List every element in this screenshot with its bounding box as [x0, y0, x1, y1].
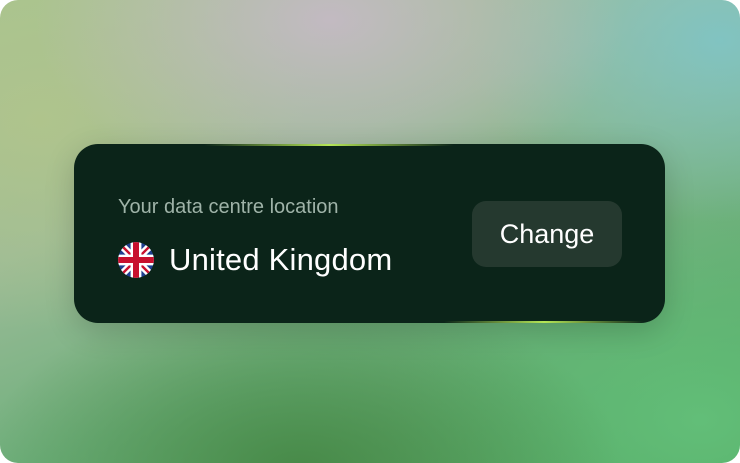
change-location-button[interactable]: Change — [472, 201, 622, 267]
uk-flag-icon — [118, 242, 154, 278]
location-value: United Kingdom — [118, 240, 392, 280]
data-centre-location-card: Your data centre location United Kingdom… — [74, 144, 665, 323]
card-top-glow — [204, 144, 454, 146]
location-label: Your data centre location — [118, 196, 339, 218]
country-name: United Kingdom — [169, 242, 393, 277]
card-bottom-glow — [444, 321, 644, 323]
background-frame: Your data centre location United Kingdom… — [0, 0, 740, 463]
